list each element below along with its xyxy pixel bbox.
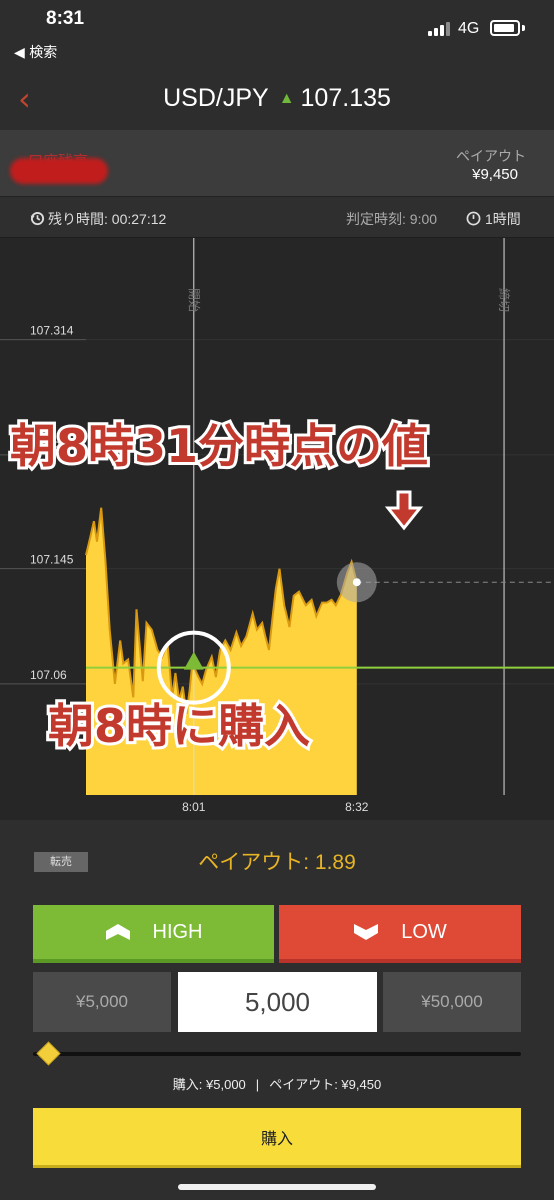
summary-payout: ペイアウト: ¥9,450 <box>269 1077 382 1092</box>
back-to-search-link[interactable]: ◀ 検索 <box>14 42 57 62</box>
summary-separator: | <box>255 1077 260 1092</box>
x-axis-band <box>0 795 554 820</box>
judge-time: 判定時刻: 9:00 <box>346 211 438 227</box>
x-tick-label: 8:32 <box>345 800 369 814</box>
amount-slider-track[interactable] <box>33 1052 521 1056</box>
duration-text: 1時間 <box>485 211 521 227</box>
home-indicator <box>178 1184 376 1190</box>
low-button[interactable]: LOW <box>279 905 521 963</box>
header: ‹ USD/JPY ▲ 107.135 <box>0 68 554 130</box>
annotation-current-value: 朝8時31分時点の値 <box>7 416 431 476</box>
y-tick-label: 107.06 <box>30 668 67 682</box>
remaining-time: 残り時間: 00:27:12 <box>30 209 166 229</box>
payout-value: ¥9,450 <box>472 166 518 183</box>
y-tick-label: 107.145 <box>30 553 74 567</box>
amount-slider-thumb[interactable] <box>36 1041 61 1066</box>
current-price: 107.135 <box>300 84 391 112</box>
deadline-marker-label: 締切 <box>497 288 512 312</box>
history-icon <box>30 211 45 226</box>
annotation-buy-time: 朝8時に購入 <box>45 696 313 756</box>
network-type: 4G <box>458 20 480 37</box>
clock: 8:31 <box>46 8 85 29</box>
y-tick-label: 107.314 <box>30 324 74 338</box>
trade-panel: 転売 ペイアウト: 1.89 HIGH LOW ¥5,000 ¥50,000 購… <box>0 820 554 1200</box>
current-point <box>352 578 361 587</box>
currency-pair: USD/JPY <box>163 84 269 112</box>
summary-buy: 購入: ¥5,000 <box>172 1077 246 1092</box>
duration-selector[interactable]: 1時間 <box>466 209 521 229</box>
remaining-time-text: 残り時間: 00:27:12 <box>48 211 167 227</box>
high-arrow-icon <box>105 924 130 940</box>
cellular-signal-icon <box>428 22 450 36</box>
status-bar: 8:31 ◀ 検索 4G <box>0 0 554 68</box>
redaction-scribble <box>10 158 108 184</box>
price-up-icon: ▲ <box>278 90 295 107</box>
x-tick-label: 8:01 <box>182 800 206 814</box>
low-label: LOW <box>401 920 447 943</box>
battery-icon <box>490 20 520 36</box>
payout-rate: ペイアウト: 1.89 <box>198 851 356 874</box>
amount-input[interactable] <box>178 972 377 1032</box>
low-arrow-icon <box>354 924 379 940</box>
pair-title: USD/JPY ▲ 107.135 <box>0 84 554 113</box>
down-arrow-icon <box>384 490 424 531</box>
high-button[interactable]: HIGH <box>33 905 274 963</box>
high-label: HIGH <box>152 920 203 943</box>
purchase-summary: 購入: ¥5,000 | ペイアウト: ¥9,450 <box>0 1074 554 1093</box>
clock-icon <box>466 211 481 226</box>
max-amount-button[interactable]: ¥50,000 <box>383 972 521 1032</box>
min-amount-button[interactable]: ¥5,000 <box>33 972 171 1032</box>
buy-button[interactable]: 購入 <box>33 1108 521 1168</box>
battery-tip <box>522 25 525 31</box>
time-bar: 残り時間: 00:27:12 判定時刻: 9:00 1時間 <box>0 196 554 238</box>
payout-label: ペイアウト <box>456 149 526 165</box>
start-marker-label: 開始 <box>187 288 201 312</box>
